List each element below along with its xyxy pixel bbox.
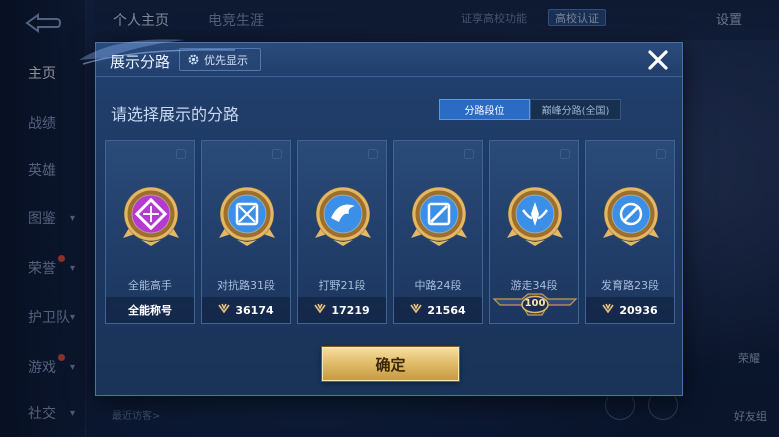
lane-card-name: 游走34段 <box>510 279 558 292</box>
allround-emblem-icon <box>121 184 181 248</box>
card-corner-decoration <box>560 149 570 159</box>
power-icon <box>218 303 231 317</box>
confirm-button[interactable]: 确定 <box>322 347 459 381</box>
lane-card-name: 对抗路31段 <box>217 279 275 292</box>
lane-card-name: 发育路23段 <box>601 279 659 292</box>
lane-card[interactable]: 对抗路31段 36174 <box>201 140 291 324</box>
lane-card[interactable]: 全能高手 全能称号 <box>105 140 195 324</box>
lane-card-name: 中路24段 <box>414 279 462 292</box>
power-icon <box>314 303 327 317</box>
close-icon <box>648 50 668 70</box>
lane-card[interactable]: 中路24段 21564 <box>393 140 483 324</box>
mid-lane-emblem-icon <box>409 184 469 248</box>
lane-score-value: 21564 <box>427 303 466 317</box>
farm-lane-emblem-icon <box>601 184 661 248</box>
lane-score-bar: 全能称号 <box>106 297 194 323</box>
card-corner-decoration <box>272 149 282 159</box>
power-icon <box>602 303 615 317</box>
clash-lane-emblem-icon <box>217 184 277 248</box>
lane-score-value: 36174 <box>235 303 274 317</box>
jungle-emblem-icon <box>313 184 373 248</box>
lane-score-bar: 21564 <box>394 297 482 323</box>
lane-card-name: 全能高手 <box>128 279 172 292</box>
lane-score-bar: 20936 <box>586 297 674 323</box>
rank-frame: 100 <box>492 293 578 317</box>
close-button[interactable] <box>644 46 672 74</box>
power-icon <box>410 303 423 317</box>
lane-score-bar: 36174 <box>202 297 290 323</box>
lane-card[interactable]: 发育路23段 20936 <box>585 140 675 324</box>
lane-score-bar: 17219 <box>298 297 386 323</box>
card-corner-decoration <box>656 149 666 159</box>
lane-card[interactable]: 游走34段 100 <box>489 140 579 324</box>
lane-card-name: 打野21段 <box>318 279 366 292</box>
lane-card[interactable]: 打野21段 17219 <box>297 140 387 324</box>
roam-emblem-icon <box>505 184 565 248</box>
rank-star-count: 100 <box>524 298 546 309</box>
lane-display-dialog: 展示分路 优先显示 请选择展示的分路 分路段位 巅峰分路(全国) 全能高手 全能称… <box>95 42 683 396</box>
card-corner-decoration <box>368 149 378 159</box>
lane-score-value: 全能称号 <box>128 304 172 317</box>
card-corner-decoration <box>176 149 186 159</box>
dialog-subtitle: 请选择展示的分路 <box>111 105 240 124</box>
title-swoosh-icon <box>79 39 236 65</box>
card-corner-decoration <box>464 149 474 159</box>
lane-score-value: 20936 <box>619 303 658 317</box>
lane-score-value: 17219 <box>331 303 370 317</box>
tab-peak-lane[interactable]: 巅峰分路(全国) <box>530 99 621 120</box>
tab-lane-rank[interactable]: 分路段位 <box>439 99 530 120</box>
